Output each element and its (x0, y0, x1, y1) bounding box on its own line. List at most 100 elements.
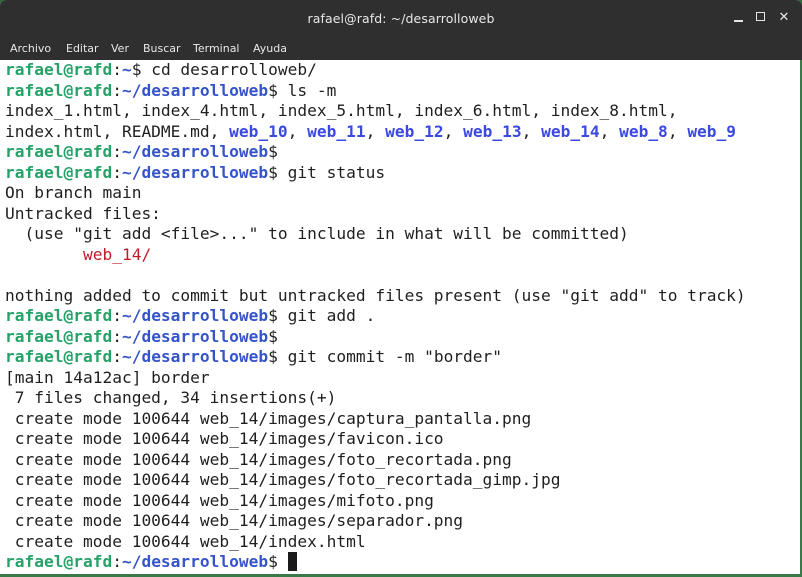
prompt-user: rafael@rafd (5, 162, 113, 182)
menu-ayuda[interactable]: Ayuda (253, 42, 287, 55)
prompt-user: rafael@rafd (5, 60, 113, 79)
terminal-text: 7 files changed, 34 insertions(+) (5, 388, 337, 407)
terminal-line: rafael@rafd:~/desarrolloweb$ ls -m (5, 81, 802, 102)
prompt-user: rafael@rafd (5, 80, 113, 100)
terminal-text: : (112, 162, 122, 182)
terminal-line: index_1.html, index_4.html, index_5.html… (5, 101, 802, 122)
terminal-text: , (521, 121, 542, 141)
terminal-text: create mode 100644 web_14/images/separad… (5, 511, 464, 530)
terminal-line: create mode 100644 web_14/images/foto_re… (5, 470, 802, 491)
terminal-text: nothing added to commit but untracked fi… (5, 285, 746, 305)
terminal-line: rafael@rafd:~/desarrolloweb$ (5, 142, 802, 163)
terminal-text: $ git status (268, 162, 386, 182)
terminal-text: : (112, 552, 122, 571)
directory-name: web_11 (307, 121, 366, 141)
title-bar[interactable]: rafael@rafd: ~/desarrolloweb ✕ (0, 0, 802, 38)
terminal-text: : (112, 326, 122, 346)
terminal-line: create mode 100644 web_14/images/captura… (5, 409, 802, 430)
terminal-text: $ (268, 552, 288, 571)
terminal-line: [main 14a12ac] border (5, 368, 802, 389)
prompt-user: rafael@rafd (5, 142, 113, 161)
prompt-user: rafael@rafd (5, 306, 113, 325)
prompt-path: ~/desarrolloweb (121, 80, 269, 100)
directory-name: web_12 (385, 121, 444, 141)
terminal-text: : (112, 142, 122, 161)
terminal-text: create mode 100644 web_14/index.html (5, 531, 366, 551)
terminal-text: (use "git add <file>..." to include in w… (5, 224, 629, 243)
terminal-line: rafael@rafd:~/desarrolloweb$ git status (5, 163, 802, 184)
terminal-text: , (287, 121, 308, 141)
terminal-text: , (599, 121, 620, 141)
prompt-user: rafael@rafd (5, 347, 113, 366)
terminal-window: rafael@rafd: ~/desarrolloweb ✕ Archivo E… (0, 0, 802, 577)
untracked-path: web_14/ (82, 244, 152, 264)
terminal-line: rafael@rafd:~$ cd desarrolloweb/ (5, 60, 802, 81)
prompt-path: ~/desarrolloweb (121, 347, 269, 366)
directory-name: web_13 (463, 121, 522, 141)
minimize-button[interactable] (726, 6, 750, 30)
menu-terminal[interactable]: Terminal (193, 42, 240, 55)
terminal-line: On branch main (5, 183, 802, 204)
terminal-line: (use "git add <file>..." to include in w… (5, 224, 802, 245)
terminal-line: rafael@rafd:~/desarrolloweb$ git add . (5, 306, 802, 327)
prompt-path: ~ (121, 60, 132, 79)
terminal-text: On branch main (5, 183, 142, 202)
terminal-text: create mode 100644 web_14/images/favicon… (5, 429, 444, 448)
terminal-text: index_1.html, index_4.html, index_5.html… (5, 101, 678, 120)
terminal-text: $ ls -m (268, 80, 337, 100)
terminal-line: rafael@rafd:~/desarrolloweb$ git commit … (5, 347, 802, 368)
prompt-path: ~/desarrolloweb (121, 326, 269, 346)
terminal-line: rafael@rafd:~/desarrolloweb$ (5, 327, 802, 348)
minimize-icon (733, 19, 743, 22)
terminal-text: $ (268, 142, 278, 161)
terminal-text: , (443, 121, 464, 141)
terminal-text: create mode 100644 web_14/images/foto_re… (5, 470, 561, 489)
prompt-path: ~/desarrolloweb (121, 306, 269, 325)
window-title: rafael@rafd: ~/desarrolloweb (307, 11, 495, 26)
close-icon: ✕ (778, 10, 790, 25)
terminal-line: create mode 100644 web_14/index.html (5, 532, 802, 553)
terminal-text: index.html, README.md, (5, 121, 230, 141)
terminal-output[interactable]: rafael@rafd:~$ cd desarrolloweb/rafael@r… (0, 60, 802, 577)
terminal-line: nothing added to commit but untracked fi… (5, 286, 802, 307)
close-button[interactable]: ✕ (772, 6, 796, 30)
terminal-line: web_14/ (5, 245, 802, 266)
directory-name: web_8 (619, 121, 668, 141)
terminal-text: Untracked files: (5, 203, 161, 223)
terminal-text: $ git commit -m "border" (268, 347, 503, 366)
terminal-line: index.html, README.md, web_10, web_11, w… (5, 122, 802, 143)
terminal-text: create mode 100644 web_14/images/captura… (5, 408, 532, 428)
terminal-text: create mode 100644 web_14/images/mifoto.… (5, 490, 434, 510)
terminal-text: , (667, 121, 688, 141)
terminal-text: $ (268, 326, 278, 346)
terminal-text: [main 14a12ac] border (5, 367, 210, 387)
menu-buscar[interactable]: Buscar (143, 42, 181, 55)
terminal-line: create mode 100644 web_14/images/separad… (5, 511, 802, 532)
terminal-text: $ cd desarrolloweb/ (131, 60, 317, 79)
prompt-path: ~/desarrolloweb (121, 162, 269, 182)
terminal-text: $ git add . (268, 306, 376, 325)
terminal-text: : (112, 80, 122, 100)
terminal-line: create mode 100644 web_14/images/favicon… (5, 429, 802, 450)
terminal-line: create mode 100644 web_14/images/mifoto.… (5, 491, 802, 512)
terminal-line: Untracked files: (5, 204, 802, 225)
directory-name: web_10 (229, 121, 288, 141)
prompt-user: rafael@rafd (5, 552, 113, 571)
terminal-line: rafael@rafd:~/desarrolloweb$ (5, 552, 802, 573)
menu-ver[interactable]: Ver (111, 42, 129, 55)
text-cursor (287, 552, 298, 571)
terminal-text: create mode 100644 web_14/images/foto_re… (5, 449, 512, 469)
directory-name: web_9 (687, 121, 737, 141)
maximize-icon (755, 12, 765, 21)
menu-bar: Archivo Editar Ver Buscar Terminal Ayuda (0, 38, 802, 60)
prompt-path: ~/desarrolloweb (121, 552, 269, 571)
menu-editar[interactable]: Editar (66, 42, 99, 55)
terminal-line: 7 files changed, 34 insertions(+) (5, 388, 802, 409)
prompt-user: rafael@rafd (5, 326, 113, 346)
maximize-button[interactable] (748, 6, 772, 30)
directory-name: web_14 (541, 121, 600, 141)
menu-archivo[interactable]: Archivo (10, 42, 51, 55)
terminal-text: , (365, 121, 386, 141)
